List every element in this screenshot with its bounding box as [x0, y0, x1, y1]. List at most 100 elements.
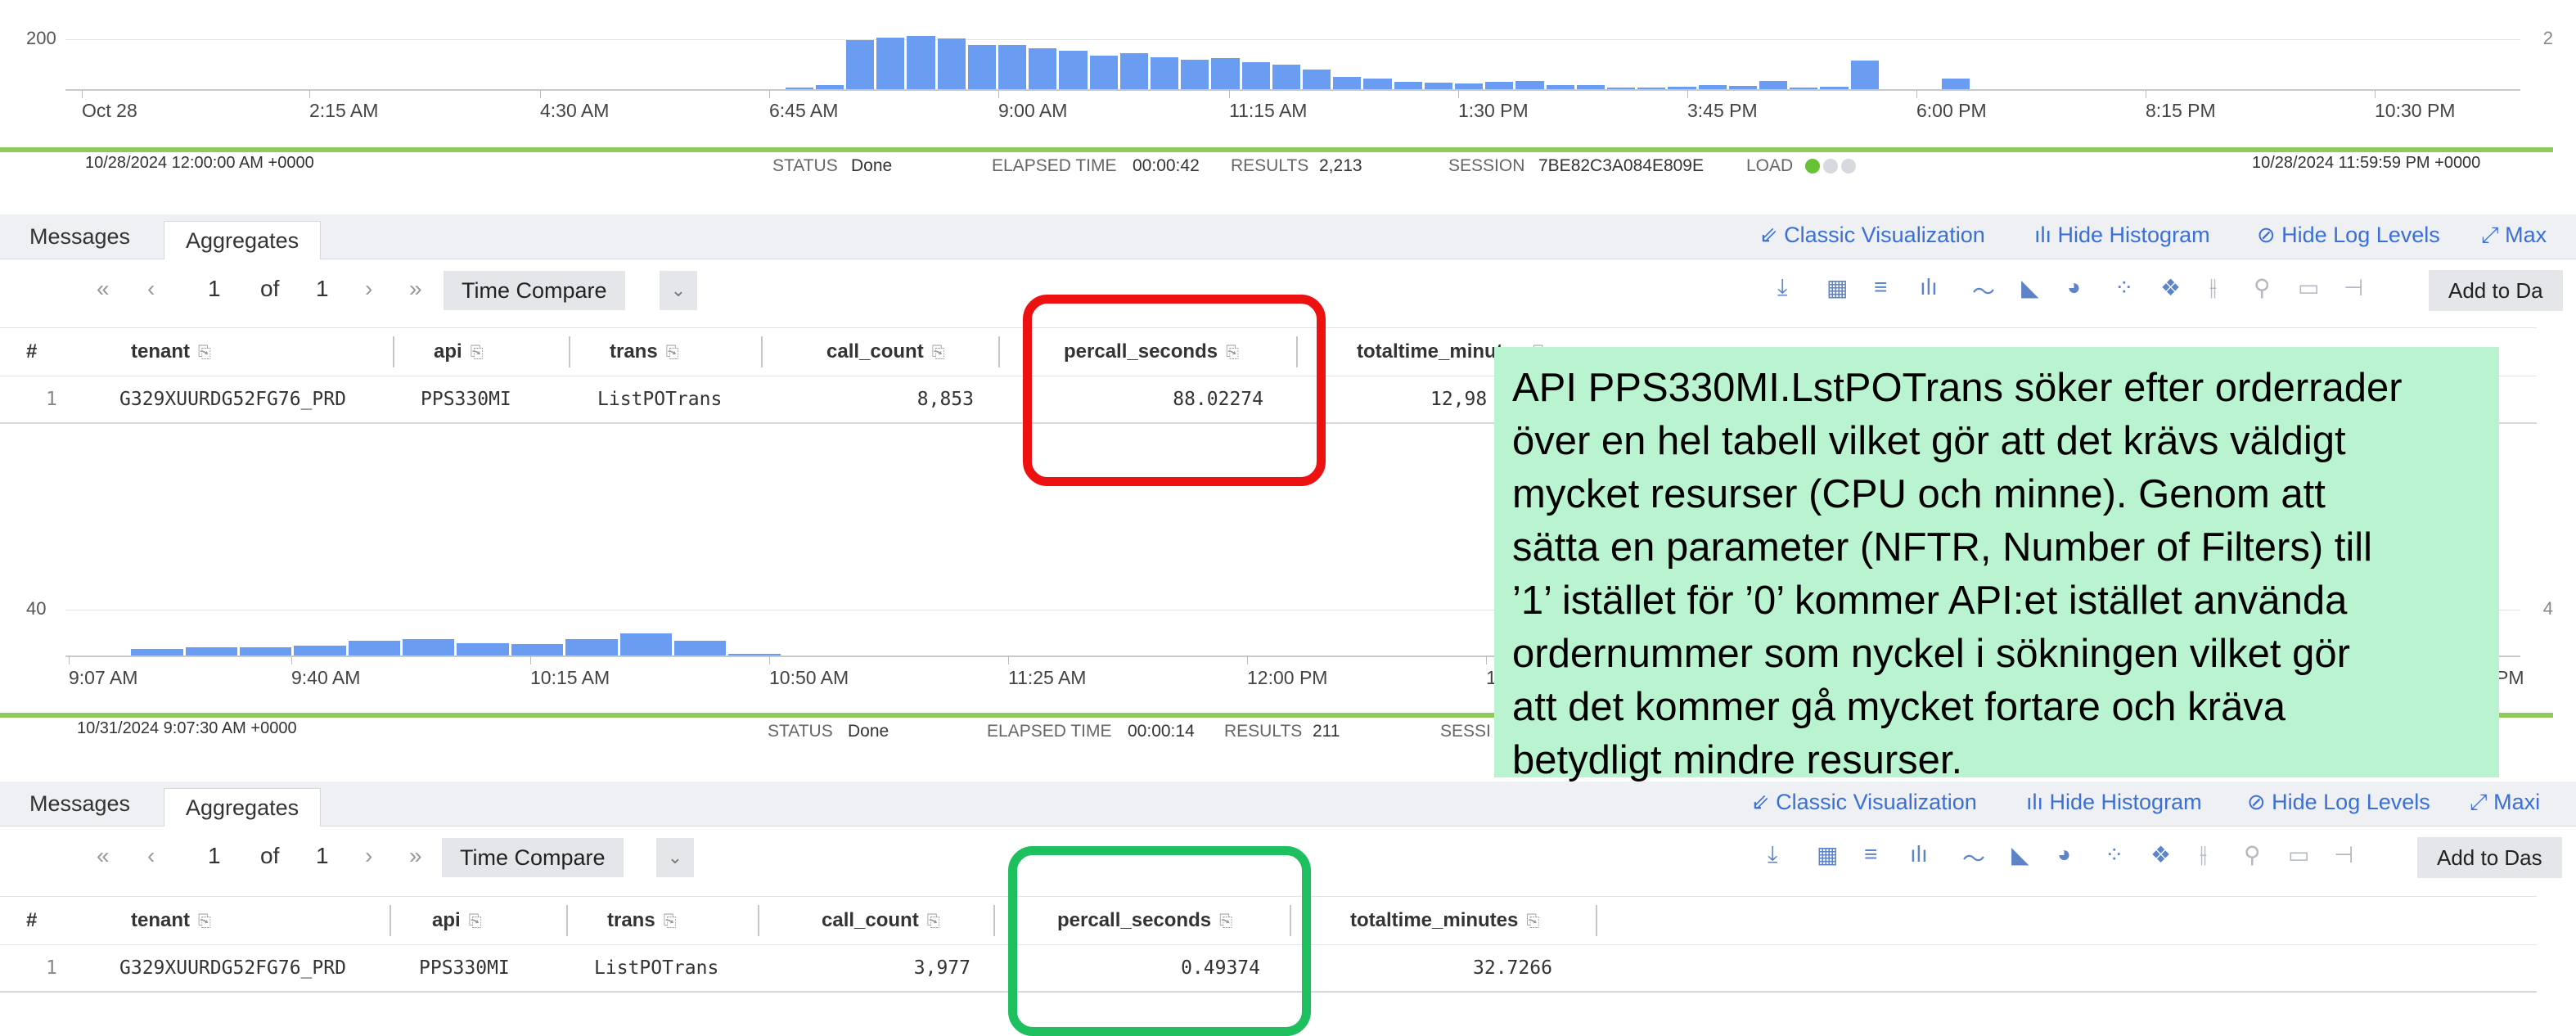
- copy-icon[interactable]: ⎘: [666, 344, 679, 362]
- histogram-bar[interactable]: [815, 85, 844, 89]
- col-api[interactable]: api ⎘: [434, 328, 484, 376]
- scatter-icon[interactable]: ⁘: [2114, 274, 2133, 301]
- copy-icon[interactable]: ⎘: [198, 344, 211, 362]
- column-resize-handle[interactable]: [761, 336, 763, 367]
- bubble-icon[interactable]: ❖: [2150, 841, 2171, 868]
- classic-visualization-link[interactable]: ⇙ Classic Visualization: [1759, 223, 1985, 248]
- histogram-bar[interactable]: [728, 654, 781, 655]
- col-tenant[interactable]: tenant ⎘: [131, 328, 211, 376]
- line-chart-icon[interactable]: 〜: [1972, 274, 1995, 307]
- chevron-down-icon[interactable]: ⌄: [660, 271, 697, 310]
- histogram-bar[interactable]: [511, 644, 564, 655]
- histogram-bar[interactable]: [348, 641, 401, 655]
- histogram-bar[interactable]: [1151, 57, 1179, 89]
- histogram-bar[interactable]: [1394, 82, 1422, 89]
- pie-chart-icon[interactable]: ◕: [2067, 274, 2081, 300]
- prev-page-icon[interactable]: ‹: [147, 276, 155, 302]
- box-plot-icon[interactable]: ⫲: [2209, 274, 2217, 301]
- column-resize-handle[interactable]: [998, 336, 1000, 367]
- last-page-icon[interactable]: »: [409, 843, 422, 869]
- histogram-bar[interactable]: [1850, 61, 1879, 89]
- histogram-bar[interactable]: [846, 40, 875, 89]
- histogram-bar[interactable]: [294, 646, 346, 655]
- histogram-bar[interactable]: [1485, 82, 1514, 89]
- histogram-bar[interactable]: [240, 647, 292, 655]
- copy-icon[interactable]: ⎘: [664, 912, 677, 930]
- copy-icon[interactable]: ⎘: [927, 912, 940, 930]
- download-icon[interactable]: ⤓: [1768, 841, 1777, 868]
- copy-icon[interactable]: ⎘: [469, 912, 482, 930]
- histogram-1[interactable]: 200 2 Oct 28 2:15 AM 4:30 AM 6:45 AM 9:00 AM…: [0, 0, 2553, 152]
- single-value-icon[interactable]: ▭: [2288, 841, 2309, 868]
- histogram-bar[interactable]: [1728, 86, 1757, 89]
- copy-icon[interactable]: ⎘: [198, 912, 211, 930]
- histogram-bar[interactable]: [1576, 85, 1605, 89]
- next-page-icon[interactable]: ›: [365, 276, 372, 302]
- histogram-bar[interactable]: [1820, 87, 1849, 89]
- histogram-bar[interactable]: [673, 641, 727, 655]
- bar-horizontal-icon[interactable]: ≡: [1864, 841, 1877, 867]
- first-page-icon[interactable]: «: [97, 276, 110, 302]
- hide-log-levels-link[interactable]: ⊘ Hide Log Levels: [2257, 223, 2440, 248]
- bar-vertical-icon[interactable]: ılı: [1910, 841, 1928, 867]
- histogram-bar[interactable]: [937, 38, 966, 89]
- histogram-bar[interactable]: [907, 36, 935, 89]
- area-chart-icon[interactable]: ◣: [2011, 841, 2029, 868]
- column-resize-handle[interactable]: [566, 905, 568, 936]
- histogram-bar[interactable]: [785, 88, 813, 89]
- histogram-bar[interactable]: [1759, 81, 1788, 89]
- col-trans[interactable]: trans ⎘: [610, 328, 679, 376]
- histogram-bar[interactable]: [998, 45, 1027, 89]
- tab-aggregates[interactable]: Aggregates: [164, 221, 322, 259]
- histogram-bar[interactable]: [185, 647, 238, 655]
- histogram-bar[interactable]: [1668, 87, 1696, 89]
- map-pin-icon[interactable]: ⚲: [2254, 274, 2271, 301]
- page-number[interactable]: 1: [208, 276, 221, 302]
- next-page-icon[interactable]: ›: [365, 843, 372, 869]
- hide-histogram-link[interactable]: ılı Hide Histogram: [2026, 790, 2202, 815]
- histogram-bar[interactable]: [1607, 88, 1636, 89]
- sankey-icon[interactable]: ⊣: [2344, 274, 2363, 301]
- histogram-bar[interactable]: [457, 643, 509, 655]
- maximize-link[interactable]: ⤢ Max: [2481, 223, 2547, 249]
- histogram-bar[interactable]: [967, 45, 996, 89]
- col-tenant[interactable]: tenant ⎘: [131, 897, 211, 944]
- histogram-bar[interactable]: [1241, 62, 1270, 89]
- histogram-bar[interactable]: [565, 639, 618, 655]
- histogram-bar[interactable]: [131, 649, 183, 655]
- col-call-count[interactable]: call_count ⎘: [826, 328, 945, 376]
- hide-histogram-link[interactable]: ılı Hide Histogram: [2034, 223, 2210, 248]
- histogram-bar[interactable]: [1272, 65, 1300, 89]
- pie-chart-icon[interactable]: ◕: [2057, 841, 2071, 867]
- table-icon[interactable]: ▦: [1826, 274, 1848, 301]
- add-to-dashboard-button[interactable]: Add to Das: [2417, 837, 2562, 878]
- maximize-link[interactable]: ⤢ Maxi: [2470, 790, 2540, 816]
- bar-vertical-icon[interactable]: ılı: [1920, 274, 1938, 300]
- download-icon[interactable]: ⤓: [1777, 274, 1787, 301]
- copy-icon[interactable]: ⎘: [471, 344, 484, 362]
- column-resize-handle[interactable]: [758, 905, 759, 936]
- bar-horizontal-icon[interactable]: ≡: [1874, 274, 1887, 300]
- box-plot-icon[interactable]: ⫲: [2200, 841, 2207, 868]
- single-value-icon[interactable]: ▭: [2298, 274, 2319, 301]
- histogram-bar[interactable]: [1942, 79, 1970, 89]
- histogram-bar[interactable]: [1790, 88, 1818, 89]
- histogram-bar[interactable]: [1211, 58, 1240, 89]
- time-compare-button[interactable]: Time Compare: [442, 838, 624, 877]
- histogram-bar[interactable]: [1515, 81, 1544, 89]
- map-pin-icon[interactable]: ⚲: [2244, 841, 2261, 868]
- table-icon[interactable]: ▦: [1817, 841, 1838, 868]
- copy-icon[interactable]: ⎘: [932, 344, 945, 362]
- tab-messages[interactable]: Messages: [8, 785, 151, 822]
- histogram-bar[interactable]: [876, 38, 905, 89]
- column-resize-handle[interactable]: [393, 336, 394, 367]
- classic-visualization-link[interactable]: ⇙ Classic Visualization: [1751, 790, 1977, 815]
- prev-page-icon[interactable]: ‹: [147, 843, 155, 869]
- col-totaltime-minutes[interactable]: totaltime_minutes⎘: [1350, 897, 1539, 944]
- tab-aggregates[interactable]: Aggregates: [164, 788, 322, 827]
- chevron-down-icon[interactable]: ⌄: [656, 838, 694, 877]
- histogram-bar[interactable]: [1089, 56, 1118, 89]
- histogram-bar[interactable]: [619, 633, 672, 655]
- col-call-count[interactable]: call_count ⎘: [822, 897, 940, 944]
- copy-icon[interactable]: ⎘: [1526, 912, 1539, 930]
